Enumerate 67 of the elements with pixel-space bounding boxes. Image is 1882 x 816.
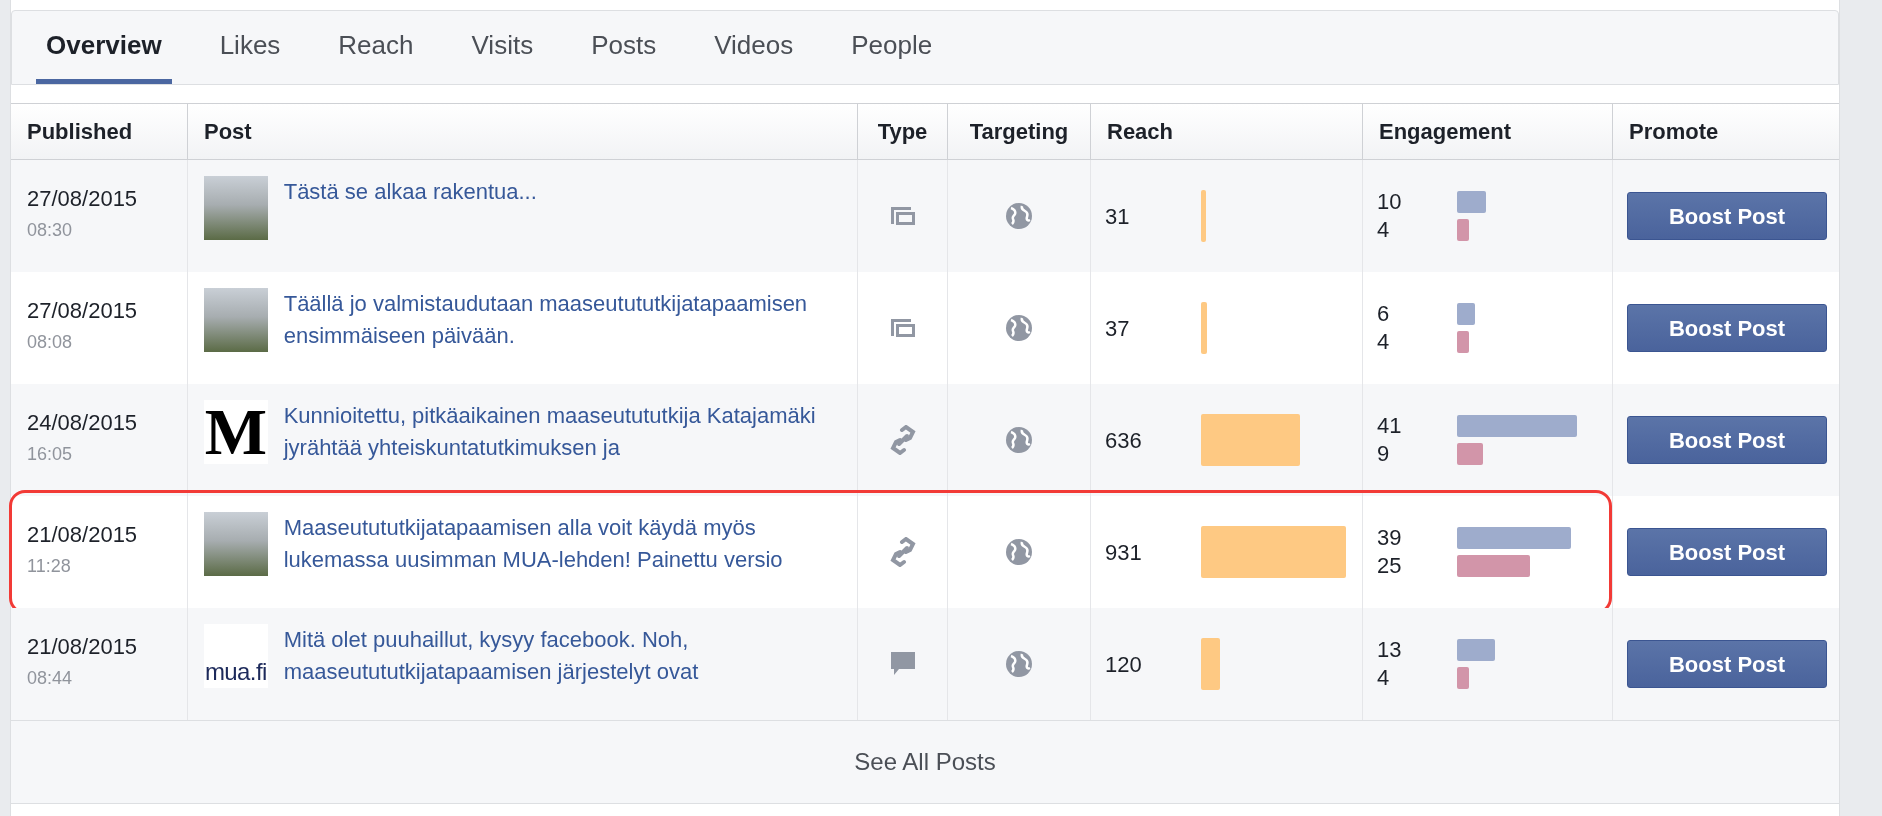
photo-placeholder [204, 512, 268, 576]
date-text: 21/08/2015 [27, 521, 139, 549]
column-header: Reach [1107, 118, 1174, 146]
boost-post-button[interactable]: Boost Post [1627, 640, 1827, 688]
see-all-posts-link[interactable]: See All Posts [854, 744, 996, 780]
engagement-value: 4 [1377, 664, 1391, 692]
globe-icon [1005, 202, 1033, 230]
reach-value: 636 [1105, 426, 1143, 455]
date-text: 21/08/2015 [27, 633, 139, 661]
reach-bar [1201, 190, 1206, 242]
time-text: 08:44 [27, 667, 74, 690]
engagement-value: 13 [1377, 636, 1403, 664]
engagement-value: 4 [1377, 328, 1391, 356]
date-text: 27/08/2015 [27, 185, 139, 213]
boost-post-button[interactable]: Boost Post [1627, 192, 1827, 240]
column-header: Promote [1629, 118, 1719, 146]
time-text: 16:05 [27, 443, 74, 466]
tab[interactable]: Likes [209, 11, 291, 84]
column-header: Published [27, 118, 133, 146]
logo-thumbnail: M [204, 400, 268, 464]
chain-link-icon [889, 425, 916, 455]
post-link[interactable]: Maaseutututkijatapaamisen alla voit käydä myös lukemassa uusimman MUA-lehden! Painettu versio [283, 512, 841, 608]
tab[interactable]: Overview [36, 11, 172, 84]
stacked-squares-icon [888, 317, 917, 339]
globe-icon [1005, 426, 1033, 454]
globe-icon [1005, 538, 1033, 566]
globe-icon [1005, 314, 1033, 342]
engagement-value: 4 [1377, 216, 1391, 244]
time-text: 08:08 [27, 331, 74, 354]
reach-value: 120 [1105, 650, 1143, 679]
globe-icon [1005, 650, 1033, 678]
boost-post-button[interactable]: Boost Post [1627, 416, 1827, 464]
engagement-value: 25 [1377, 552, 1403, 580]
stacked-squares-icon [888, 205, 917, 227]
date-text: 24/08/2015 [27, 409, 139, 437]
time-text: 08:30 [27, 219, 74, 242]
tab[interactable]: Reach [328, 11, 424, 84]
tab[interactable]: People [841, 11, 943, 84]
logo-thumbnail: mua.fi [204, 624, 268, 688]
column-header: Engagement [1379, 118, 1512, 146]
reach-bar [1201, 638, 1220, 690]
post-link[interactable]: Kunnioitettu, pitkäaikainen maaseutututkija Katajamäki jyrähtää yhteiskuntatutkimuksen ja [283, 400, 841, 496]
tab[interactable]: Visits [461, 11, 544, 84]
chain-link-icon [889, 537, 916, 567]
column-header: Targeting [969, 118, 1069, 146]
engagement-value: 10 [1377, 188, 1403, 216]
column-header: Post [204, 118, 252, 146]
reach-value: 37 [1105, 314, 1131, 343]
post-link[interactable]: Täällä jo valmistaudutaan maaseutututkijatapaamisen ensimmäiseen päivään. [283, 288, 841, 384]
reach-bar [1201, 302, 1207, 354]
reach-value: 931 [1105, 538, 1143, 567]
engagement-value: 41 [1377, 412, 1403, 440]
reach-value: 31 [1105, 202, 1131, 231]
engagement-value: 39 [1377, 524, 1403, 552]
date-text: 27/08/2015 [27, 297, 139, 325]
engagement-value: 6 [1377, 300, 1391, 328]
boost-post-button[interactable]: Boost Post [1627, 528, 1827, 576]
tab[interactable]: Posts [581, 11, 667, 84]
tab[interactable]: Videos [704, 11, 804, 84]
photo-placeholder [204, 288, 268, 352]
time-text: 11:28 [27, 555, 72, 578]
photo-placeholder [204, 176, 268, 240]
post-link[interactable]: Mitä olet puuhaillut, kysyy facebook. Noh, maaseutututkijatapaamisen järjestelyt ovat [283, 624, 841, 720]
boost-post-button[interactable]: Boost Post [1627, 304, 1827, 352]
post-link[interactable]: Tästä se alkaa rakentua... [283, 176, 841, 272]
column-header: Type [877, 118, 928, 146]
engagement-value: 9 [1377, 440, 1391, 468]
